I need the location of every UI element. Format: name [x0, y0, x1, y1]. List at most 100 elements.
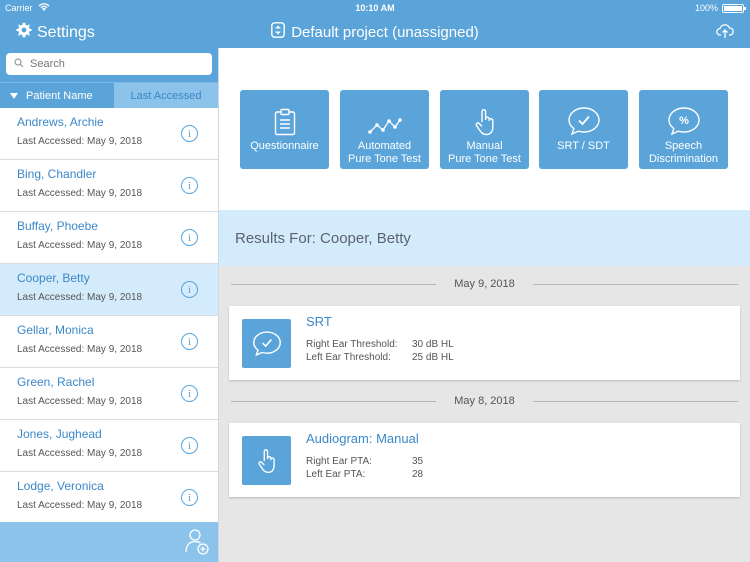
- result-value: 28: [412, 469, 424, 480]
- clipboard-icon: [274, 98, 296, 136]
- patient-name: Cooper, Betty: [17, 271, 90, 285]
- status-bar: Carrier 10:10 AM 100%: [0, 0, 750, 16]
- date-separator: May 9, 2018: [231, 276, 739, 292]
- results-header: Results For: Cooper, Betty: [219, 210, 750, 266]
- date-label: May 8, 2018: [454, 395, 515, 407]
- info-icon[interactable]: i: [181, 385, 198, 402]
- speech-check-icon: [567, 98, 601, 136]
- info-icon[interactable]: i: [181, 229, 198, 246]
- patient-name: Buffay, Phoebe: [17, 219, 98, 233]
- sidebar-footer: [0, 522, 218, 562]
- patient-row[interactable]: Bing, Chandler Last Accessed: May 9, 201…: [0, 160, 218, 212]
- patient-name: Lodge, Veronica: [17, 479, 104, 493]
- patient-list: Andrews, Archie Last Accessed: May 9, 20…: [0, 108, 218, 524]
- test-label: SRT / SDT: [557, 140, 610, 152]
- test-label: Speech: [664, 140, 703, 152]
- patient-name: Jones, Jughead: [17, 427, 102, 441]
- patient-last-accessed: Last Accessed: May 9, 2018: [17, 500, 143, 511]
- patient-row[interactable]: Buffay, Phoebe Last Accessed: May 9, 201…: [0, 212, 218, 264]
- info-icon[interactable]: i: [181, 437, 198, 454]
- battery-percent: 100%: [694, 3, 718, 13]
- selector-arrows-icon: [271, 22, 286, 42]
- nav-bar: Settings Default project (unassigned): [0, 16, 750, 48]
- date-label: May 9, 2018: [454, 278, 515, 290]
- patient-row-selected[interactable]: Cooper, Betty Last Accessed: May 9, 2018…: [0, 264, 218, 316]
- hand-pointer-icon: [474, 98, 496, 136]
- result-label: Left Ear PTA:: [306, 469, 366, 480]
- search-icon: [14, 55, 24, 73]
- test-label: Questionnaire: [250, 140, 319, 152]
- patient-last-accessed: Last Accessed: May 9, 2018: [17, 292, 143, 303]
- info-icon[interactable]: i: [181, 333, 198, 350]
- patient-row[interactable]: Jones, Jughead Last Accessed: May 9, 201…: [0, 420, 218, 472]
- divider: [231, 283, 437, 285]
- info-icon[interactable]: i: [181, 125, 198, 142]
- search-bar: [0, 48, 218, 82]
- result-label: Left Ear Threshold:: [306, 352, 391, 363]
- patient-row[interactable]: Andrews, Archie Last Accessed: May 9, 20…: [0, 108, 218, 160]
- info-icon[interactable]: i: [181, 177, 198, 194]
- sort-name-label: Patient Name: [26, 89, 93, 102]
- patient-last-accessed: Last Accessed: May 9, 2018: [17, 188, 143, 199]
- patient-name: Bing, Chandler: [17, 167, 97, 181]
- divider: [532, 283, 739, 285]
- add-patient-button[interactable]: [184, 528, 210, 561]
- add-user-icon: [185, 529, 209, 555]
- result-title: Audiogram: Manual: [306, 431, 419, 446]
- sort-bar: Patient Name Last Accessed: [0, 82, 218, 108]
- search-input[interactable]: [30, 58, 200, 70]
- result-value: 25 dB HL: [412, 352, 454, 363]
- patient-sidebar: Patient Name Last Accessed Andrews, Arch…: [0, 48, 219, 562]
- speech-check-icon: [242, 319, 291, 368]
- project-selector[interactable]: Default project (unassigned): [0, 22, 750, 42]
- patient-last-accessed: Last Accessed: May 9, 2018: [17, 240, 143, 251]
- test-label-line2: Pure Tone Test: [448, 153, 521, 165]
- cloud-upload-button[interactable]: [716, 23, 734, 44]
- main-content: Questionnaire Automated Pure Tone Test M…: [219, 48, 750, 562]
- patient-last-accessed: Last Accessed: May 9, 2018: [17, 344, 143, 355]
- result-label: Right Ear Threshold:: [306, 339, 398, 350]
- patient-last-accessed: Last Accessed: May 9, 2018: [17, 448, 143, 459]
- sort-by-accessed-button[interactable]: Last Accessed: [114, 83, 218, 108]
- hand-pointer-icon: [242, 436, 291, 485]
- search-box[interactable]: [6, 53, 212, 75]
- result-title: SRT: [306, 314, 332, 329]
- info-icon[interactable]: i: [181, 489, 198, 506]
- patient-name: Gellar, Monica: [17, 323, 94, 337]
- patient-row[interactable]: Lodge, Veronica Last Accessed: May 9, 20…: [0, 472, 218, 524]
- patient-row[interactable]: Gellar, Monica Last Accessed: May 9, 201…: [0, 316, 218, 368]
- result-label: Right Ear PTA:: [306, 456, 372, 467]
- speech-percent-icon: %: [667, 98, 701, 136]
- date-separator: May 8, 2018: [231, 393, 739, 409]
- battery-icon: [722, 4, 746, 13]
- result-row: Left Ear PTA: 28: [306, 469, 423, 480]
- sort-accessed-label: Last Accessed: [130, 89, 202, 102]
- patient-last-accessed: Last Accessed: May 9, 2018: [17, 136, 143, 147]
- patient-row[interactable]: Green, Rachel Last Accessed: May 9, 2018…: [0, 368, 218, 420]
- svg-text:%: %: [679, 115, 689, 127]
- status-time: 10:10 AM: [355, 3, 395, 13]
- automated-pure-tone-button[interactable]: Automated Pure Tone Test: [340, 90, 429, 169]
- result-card-audiogram[interactable]: Audiogram: Manual Right Ear PTA: 35 Left …: [229, 423, 740, 497]
- manual-pure-tone-button[interactable]: Manual Pure Tone Test: [440, 90, 529, 169]
- patient-name: Green, Rachel: [17, 375, 95, 389]
- result-value: 35: [412, 456, 424, 467]
- sort-by-name-button[interactable]: Patient Name: [0, 83, 114, 108]
- test-buttons-panel: Questionnaire Automated Pure Tone Test M…: [219, 48, 750, 210]
- project-title: Default project (unassigned): [291, 23, 479, 41]
- test-label-line2: Discrimination: [648, 153, 719, 165]
- info-icon[interactable]: i: [181, 281, 198, 298]
- divider: [532, 400, 739, 402]
- questionnaire-button[interactable]: Questionnaire: [240, 90, 329, 169]
- srt-sdt-button[interactable]: SRT / SDT: [539, 90, 628, 169]
- result-row: Right Ear PTA: 35: [306, 456, 423, 467]
- cloud-upload-icon: [716, 24, 734, 43]
- patient-last-accessed: Last Accessed: May 9, 2018: [17, 396, 143, 407]
- patient-name: Andrews, Archie: [17, 115, 104, 129]
- sort-direction-icon: [10, 92, 18, 99]
- divider: [231, 400, 437, 402]
- test-label: Automated: [357, 140, 412, 152]
- result-card-srt[interactable]: SRT Right Ear Threshold: 30 dB HL Left Ea…: [229, 306, 740, 380]
- test-label-line2: Pure Tone Test: [348, 153, 421, 165]
- speech-discrimination-button[interactable]: % Speech Discrimination: [639, 90, 728, 169]
